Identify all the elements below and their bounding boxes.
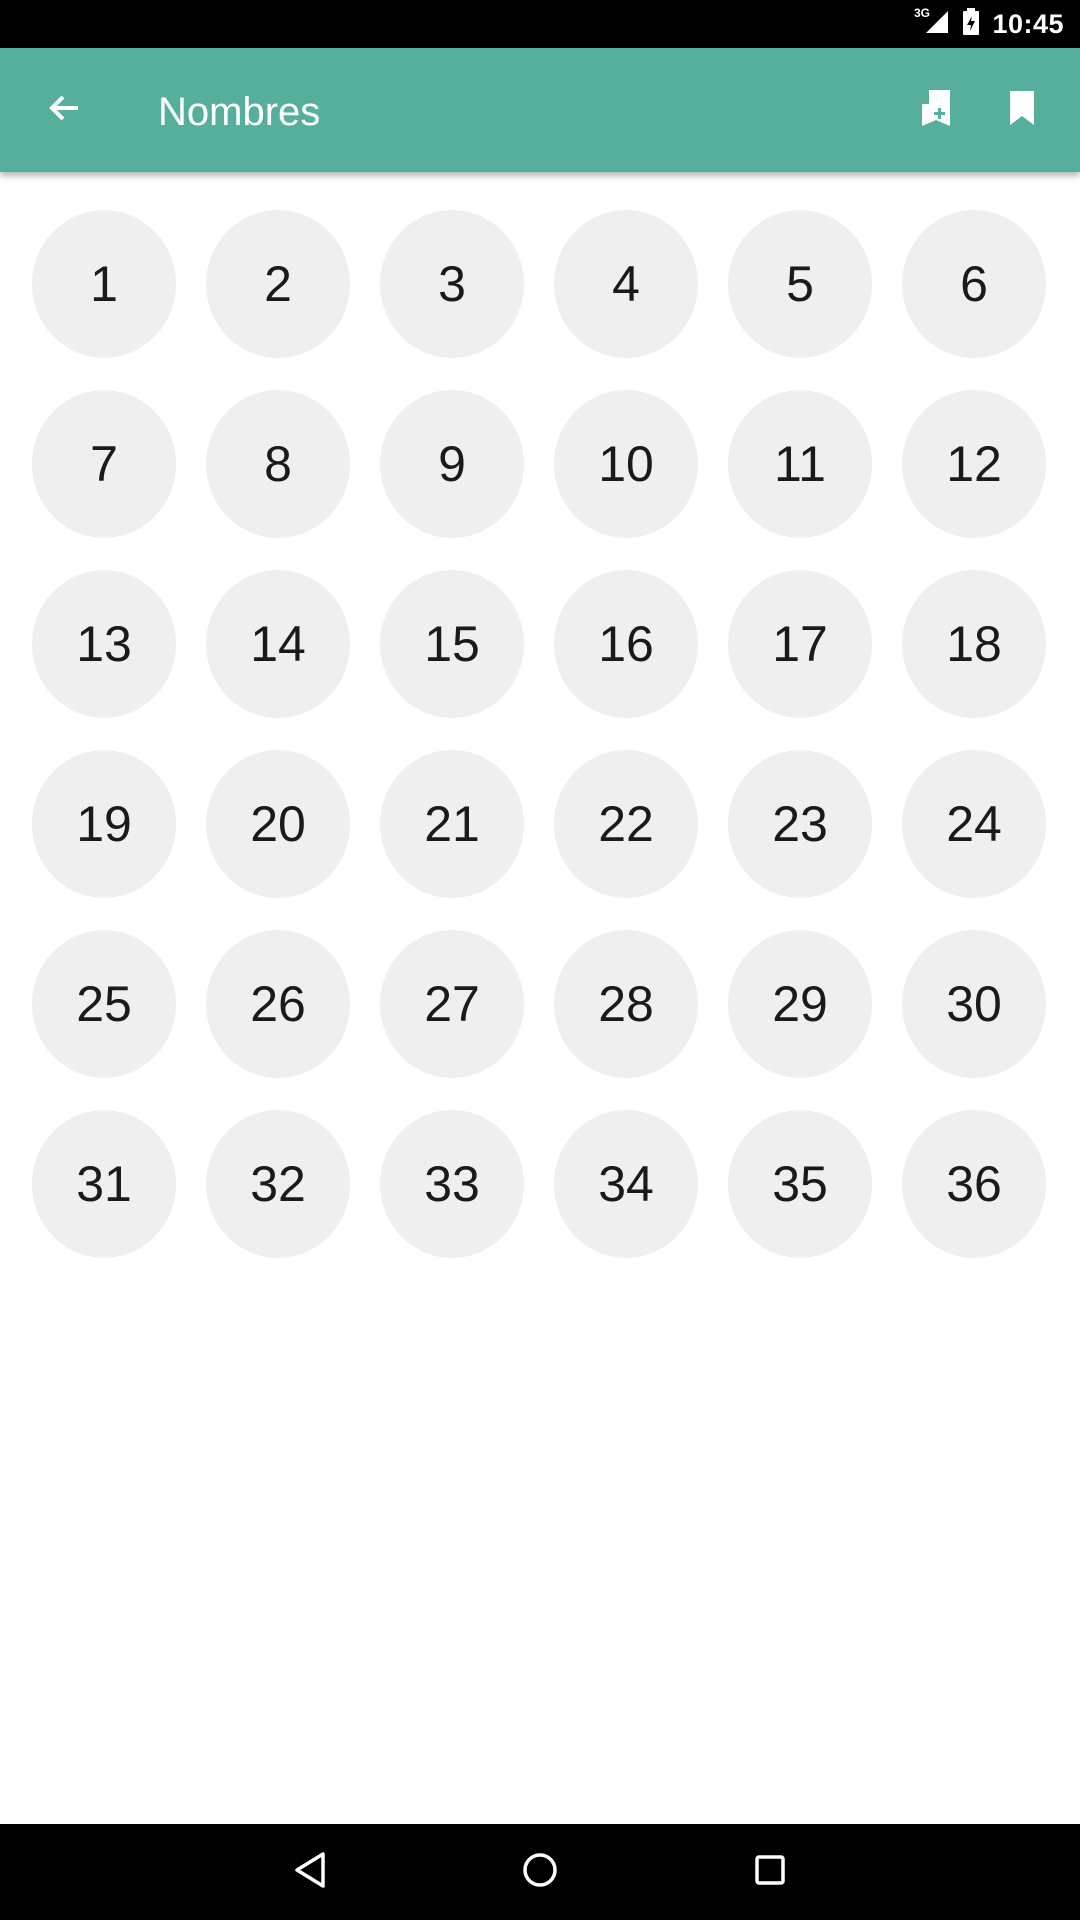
battery-icon (962, 7, 980, 41)
network-type: 3G (913, 6, 930, 20)
number-grid: 1 2 3 4 5 6 7 8 9 10 11 12 13 14 15 16 17 18 19 20 21 22 23 24 2… (32, 210, 1046, 1258)
number-button[interactable]: 27 (380, 930, 524, 1078)
number-button[interactable]: 35 (728, 1110, 872, 1258)
number-button[interactable]: 20 (206, 750, 350, 898)
number-button[interactable]: 16 (554, 570, 698, 718)
home-circle-icon (521, 1851, 559, 1894)
number-button[interactable]: 4 (554, 210, 698, 358)
number-button[interactable]: 26 (206, 930, 350, 1078)
add-bookmark-icon (919, 88, 953, 133)
number-button[interactable]: 2 (206, 210, 350, 358)
bookmarks-button[interactable] (990, 78, 1054, 142)
recents-square-icon (754, 1854, 786, 1891)
number-button[interactable]: 24 (902, 750, 1046, 898)
number-button[interactable]: 25 (32, 930, 176, 1078)
number-button[interactable]: 31 (32, 1110, 176, 1258)
nav-home-button[interactable] (510, 1842, 570, 1902)
number-button[interactable]: 13 (32, 570, 176, 718)
arrow-back-icon (46, 90, 82, 131)
number-button[interactable]: 10 (554, 390, 698, 538)
app-bar: Nombres (0, 48, 1080, 172)
bookmark-icon (1008, 89, 1036, 132)
number-button[interactable]: 36 (902, 1110, 1046, 1258)
number-button[interactable]: 21 (380, 750, 524, 898)
number-button[interactable]: 14 (206, 570, 350, 718)
number-button[interactable]: 11 (728, 390, 872, 538)
number-button[interactable]: 17 (728, 570, 872, 718)
number-button[interactable]: 33 (380, 1110, 524, 1258)
back-triangle-icon (293, 1851, 327, 1894)
number-button[interactable]: 9 (380, 390, 524, 538)
navigation-bar (0, 1824, 1080, 1920)
number-button[interactable]: 12 (902, 390, 1046, 538)
number-button[interactable]: 3 (380, 210, 524, 358)
number-button[interactable]: 6 (902, 210, 1046, 358)
number-button[interactable]: 18 (902, 570, 1046, 718)
number-button[interactable]: 8 (206, 390, 350, 538)
back-button[interactable] (32, 78, 96, 142)
page-title: Nombres (158, 90, 321, 134)
number-button[interactable]: 23 (728, 750, 872, 898)
status-clock: 10:45 (992, 8, 1064, 39)
status-bar: 3G 10:45 (0, 0, 1080, 48)
number-button[interactable]: 22 (554, 750, 698, 898)
nav-recents-button[interactable] (740, 1842, 800, 1902)
nav-back-button[interactable] (280, 1842, 340, 1902)
number-button[interactable]: 30 (902, 930, 1046, 1078)
add-bookmark-button[interactable] (904, 78, 968, 142)
number-button[interactable]: 32 (206, 1110, 350, 1258)
number-button[interactable]: 19 (32, 750, 176, 898)
number-button[interactable]: 7 (32, 390, 176, 538)
number-button[interactable]: 1 (32, 210, 176, 358)
number-button[interactable]: 15 (380, 570, 524, 718)
number-button[interactable]: 29 (728, 930, 872, 1078)
number-button[interactable]: 5 (728, 210, 872, 358)
number-button[interactable]: 34 (554, 1110, 698, 1258)
number-button[interactable]: 28 (554, 930, 698, 1078)
